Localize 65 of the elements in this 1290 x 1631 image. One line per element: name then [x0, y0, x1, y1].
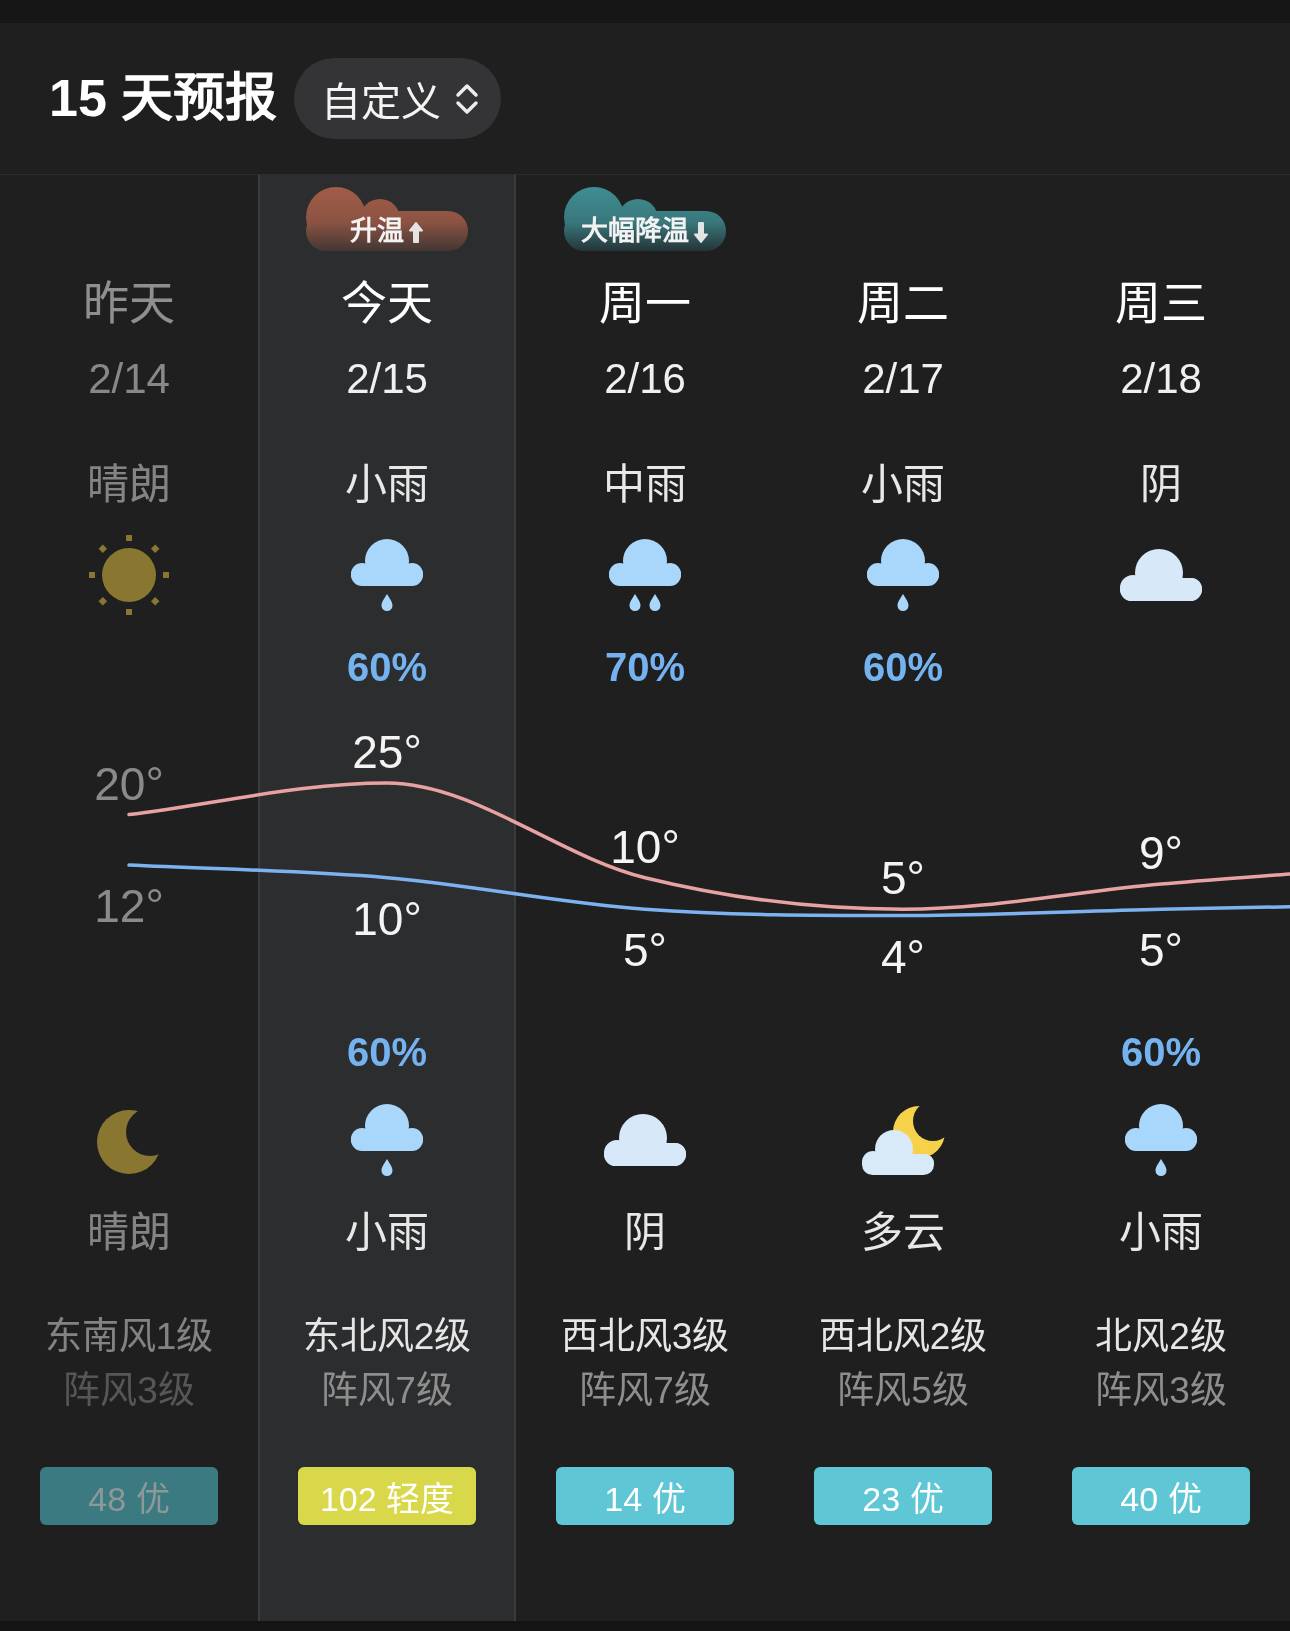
condition-label: 小雨: [345, 460, 429, 510]
trend-label: 升温: [350, 217, 404, 247]
low-temperature-label: 10°: [352, 892, 422, 945]
low-temperature-label: 5°: [1139, 924, 1183, 977]
low-temperature-label: 12°: [94, 880, 164, 933]
rain-cloud-icon: [349, 1102, 425, 1177]
high-temperature-label: 10°: [610, 820, 680, 873]
high-temperature-label: 9°: [1139, 827, 1183, 880]
precipitation-label: 60%: [1120, 1029, 1202, 1075]
condition-label: 小雨: [861, 460, 945, 510]
wind-label: 北风2级: [1095, 1315, 1227, 1359]
precipitation-label: 70%: [604, 644, 686, 690]
precipitation-label: 60%: [346, 644, 428, 690]
sun-icon: [89, 535, 169, 615]
gust-label: 阵风5级: [837, 1369, 969, 1413]
condition-label: 小雨: [345, 1208, 429, 1258]
wind-label: 东南风1级: [44, 1315, 214, 1359]
wind-label: 西北风2级: [818, 1315, 988, 1359]
precipitation-label: 60%: [346, 1029, 428, 1075]
day-label: 今天: [341, 276, 433, 330]
rain-cloud-icon: [607, 538, 683, 612]
cloud-icon: [1119, 548, 1203, 602]
high-temperature-label: 5°: [881, 852, 925, 905]
high-temperature-label: 25°: [352, 726, 422, 778]
condition-label: 中雨: [603, 460, 687, 510]
date-label: 2/16: [604, 354, 686, 404]
cloud-icon: [603, 1112, 687, 1167]
day-label: 周三: [1115, 276, 1207, 330]
condition-label: 阴: [624, 1208, 666, 1258]
low-temperature-label: 4°: [881, 930, 925, 983]
up-down-chevron-icon: [455, 81, 480, 116]
page-title: 15 天预报: [49, 68, 278, 129]
date-label: 2/18: [1120, 354, 1202, 404]
cloud-moon-icon: [861, 1103, 945, 1176]
low-temperature-label: 5°: [623, 924, 667, 977]
condition-label: 晴朗: [87, 1208, 171, 1258]
rain-cloud-icon: [1123, 1102, 1199, 1177]
day-label: 周一: [599, 276, 691, 330]
day-label: 昨天: [83, 276, 175, 330]
day-label: 周二: [857, 276, 949, 330]
condition-label: 晴朗: [87, 460, 171, 510]
gust-label: 阵风3级: [1095, 1369, 1227, 1413]
condition-label: 阴: [1140, 460, 1182, 510]
rain-cloud-icon: [349, 538, 425, 612]
high-temperature-label: 20°: [94, 757, 164, 810]
wind-label: 东北风2级: [302, 1315, 472, 1359]
aqi-badge: 23 优: [814, 1467, 992, 1525]
date-label: 2/14: [88, 354, 170, 404]
condition-label: 小雨: [1119, 1208, 1203, 1258]
gust-label: 阵风7级: [579, 1369, 711, 1413]
aqi-badge: 40 优: [1072, 1467, 1250, 1525]
aqi-badge: 14 优: [556, 1467, 734, 1525]
date-label: 2/15: [346, 354, 428, 404]
gust-label: 阵风7级: [321, 1369, 453, 1413]
arrow-up-icon: [408, 220, 424, 244]
wind-label: 西北风3级: [560, 1315, 730, 1359]
rain-cloud-icon: [865, 538, 941, 612]
precipitation-label: 60%: [862, 644, 944, 690]
arrow-down-icon: [693, 220, 709, 244]
trend-label: 大幅降温: [581, 217, 689, 247]
aqi-badge: 102 轻度: [298, 1467, 476, 1525]
date-label: 2/17: [862, 354, 944, 404]
condition-label: 多云: [861, 1208, 945, 1258]
aqi-badge: 48 优: [40, 1467, 218, 1525]
range-picker[interactable]: 自定义: [294, 58, 502, 139]
